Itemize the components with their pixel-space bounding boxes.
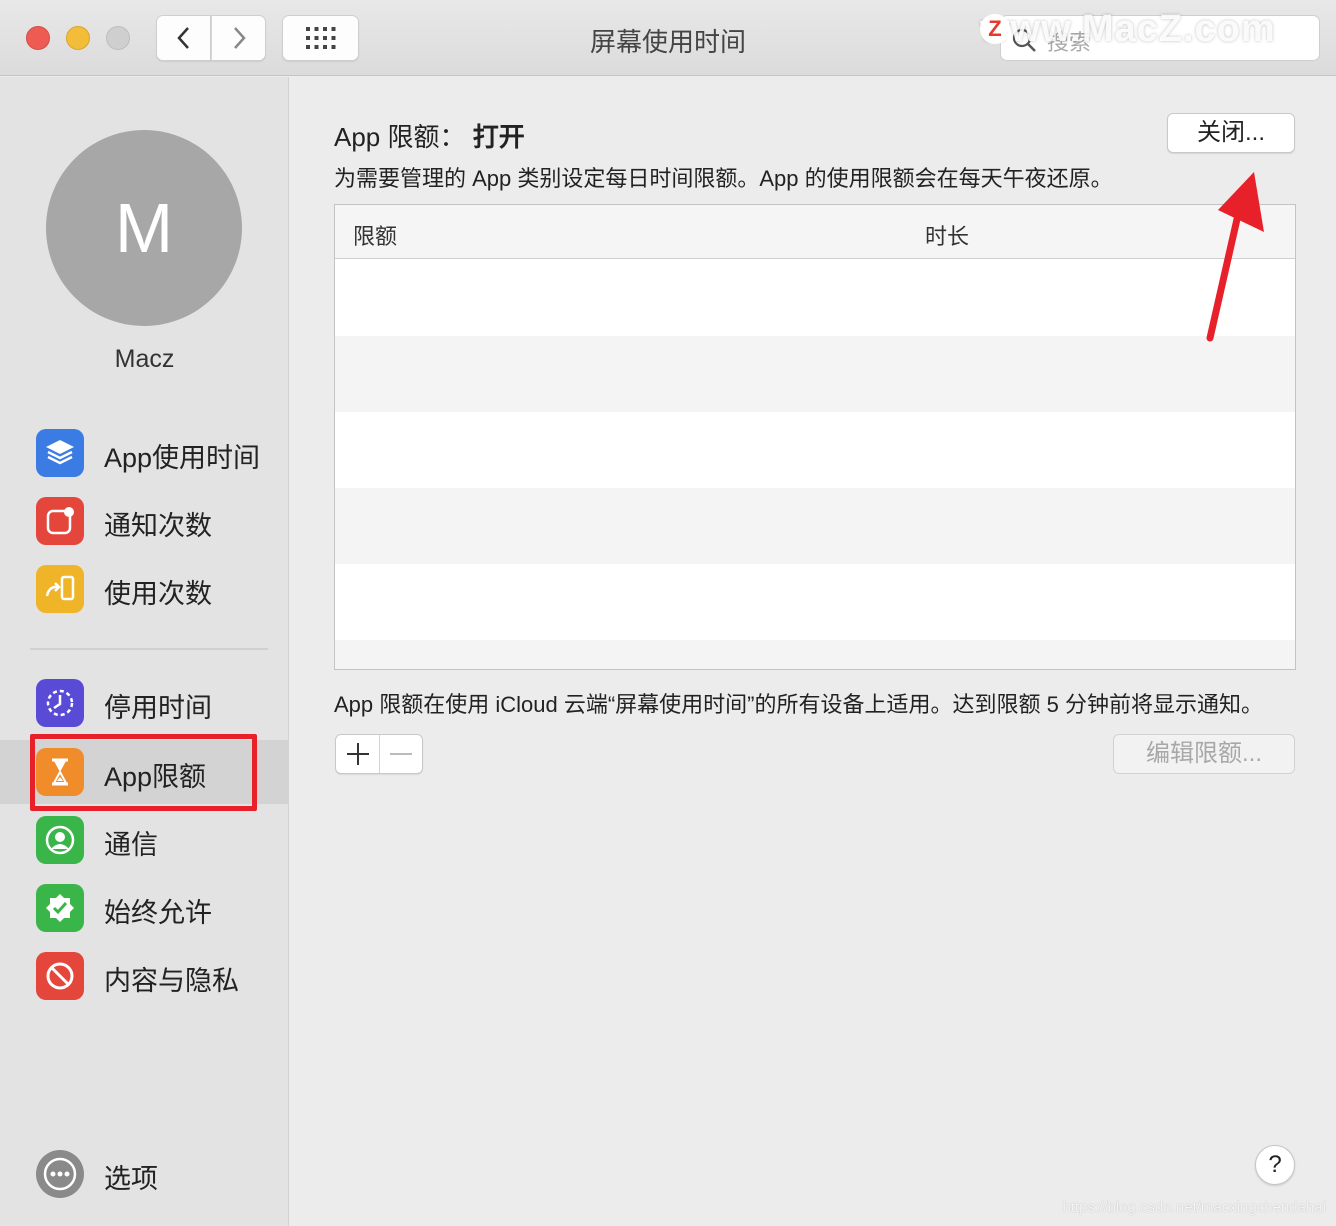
annotation-highlight-box (30, 734, 257, 811)
sidebar-item-app-usage[interactable]: App使用时间 (0, 421, 289, 485)
add-remove-control (335, 734, 423, 774)
avatar[interactable]: M (46, 130, 242, 326)
remove-limit-button[interactable] (380, 735, 422, 773)
notification-icon (36, 497, 84, 545)
status-label: App 限额： (334, 122, 466, 152)
sidebar-item-downtime[interactable]: 停用时间 (0, 671, 289, 735)
sidebar-item-label: 通知次数 (104, 511, 212, 541)
main-panel: App 限额： 打开 关闭... 为需要管理的 App 类别设定每日时间限额。A… (290, 77, 1336, 1226)
sidebar-item-notifications[interactable]: 通知次数 (0, 489, 289, 553)
downtime-icon (36, 679, 84, 727)
sidebar-item-label: 停用时间 (104, 693, 212, 723)
table-row (335, 488, 1295, 564)
icloud-note: App 限额在使用 iCloud 云端“屏幕使用时间”的所有设备上适用。达到限额… (334, 692, 1263, 717)
sidebar-item-pickups[interactable]: 使用次数 (0, 557, 289, 621)
sidebar-divider (30, 648, 268, 650)
sidebar-item-label: App使用时间 (104, 443, 261, 473)
restricted-icon (36, 952, 84, 1000)
watermark: www.MacZ.com (980, 8, 1276, 50)
watermark-badge: Z (980, 14, 1010, 44)
table-row (335, 336, 1295, 412)
sidebar: M Macz App使用时间 通知次数 使用次数 停用时间 App限额 通信 始… (0, 77, 289, 1226)
annotation-arrow-icon (1206, 172, 1264, 342)
sidebar-item-label: 使用次数 (104, 579, 212, 609)
username: Macz (114, 345, 175, 373)
help-button[interactable]: ? (1255, 1145, 1295, 1185)
status-value: 打开 (472, 122, 525, 152)
table-header: 限额 时长 (335, 205, 1295, 259)
sidebar-item-content-privacy[interactable]: 内容与隐私 (0, 944, 289, 1008)
table-row (335, 640, 1295, 669)
table-row (335, 564, 1295, 640)
pickup-icon (36, 565, 84, 613)
app-limits-status: App 限额： 打开 (334, 117, 525, 154)
sidebar-item-label: 通信 (104, 830, 158, 860)
add-limit-button[interactable] (336, 735, 380, 773)
checkmark-badge-icon (36, 884, 84, 932)
footer-url: https://blog.csdn.net/macxingchendahai (1062, 1199, 1326, 1216)
layers-icon (36, 429, 84, 477)
title-bar: 屏幕使用时间 搜索 www.MacZ.com Z (0, 0, 1336, 76)
sidebar-item-label: 选项 (104, 1164, 158, 1194)
more-icon (36, 1150, 84, 1198)
edit-limits-button[interactable]: 编辑限额... (1113, 734, 1295, 774)
sidebar-item-always-allowed[interactable]: 始终允许 (0, 876, 289, 940)
column-header-duration[interactable]: 时长 (925, 219, 969, 251)
column-header-limit[interactable]: 限额 (353, 219, 397, 251)
sidebar-item-label: 内容与隐私 (104, 966, 239, 996)
sidebar-item-communication[interactable]: 通信 (0, 808, 289, 872)
plus-icon (347, 743, 369, 765)
table-row (335, 260, 1295, 336)
table-row (335, 412, 1295, 488)
contact-icon (36, 816, 84, 864)
limits-table[interactable]: 限额 时长 (334, 204, 1296, 670)
sidebar-item-options[interactable]: 选项 (0, 1142, 289, 1206)
turn-off-button[interactable]: 关闭... (1167, 113, 1295, 153)
minus-icon (390, 753, 412, 755)
description-text: 为需要管理的 App 类别设定每日时间限额。App 的使用限额会在每天午夜还原。 (334, 166, 1113, 191)
sidebar-item-label: 始终允许 (104, 898, 212, 928)
